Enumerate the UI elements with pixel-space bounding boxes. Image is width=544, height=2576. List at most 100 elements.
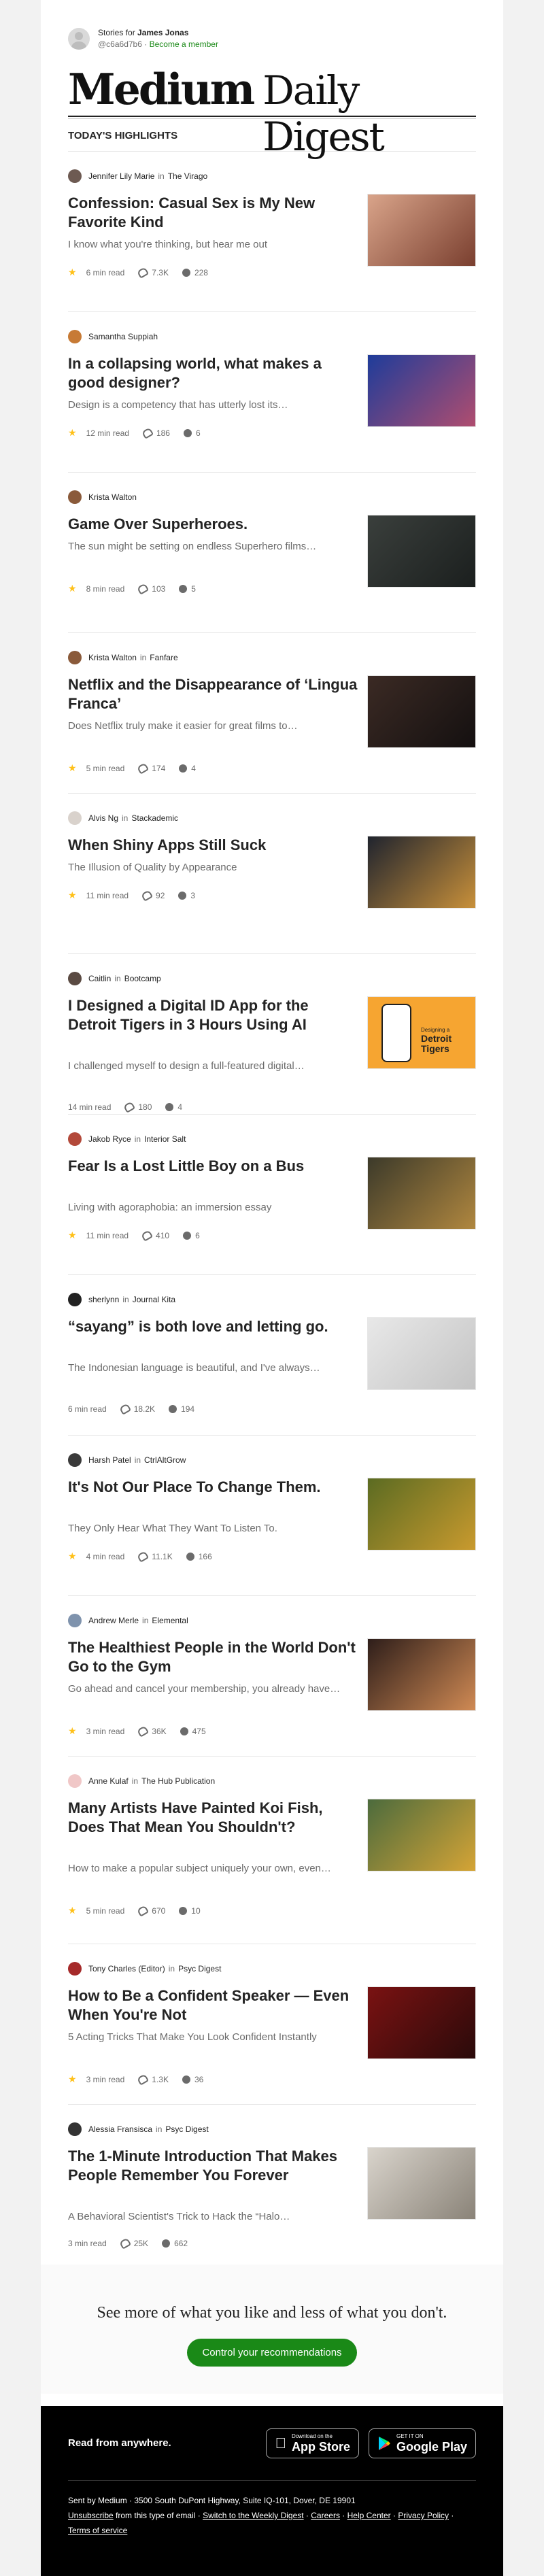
article-subtitle[interactable]: Living with agoraphobia: an immersion es… — [68, 1200, 360, 1215]
article-subtitle[interactable]: How to make a popular subject uniquely y… — [68, 1861, 360, 1876]
publication-name[interactable]: Interior Salt — [144, 1134, 186, 1144]
publication-name[interactable]: Bootcamp — [124, 974, 161, 983]
author-name[interactable]: Andrew Merle — [88, 1616, 139, 1625]
app-store-badge[interactable]:  Download on the App Store — [266, 2428, 359, 2458]
privacy-policy-link[interactable]: Privacy Policy — [398, 2511, 449, 2520]
article-author[interactable]: Samantha Suppiah — [68, 330, 165, 343]
article-author[interactable]: Caitlin in Bootcamp — [68, 972, 161, 985]
article-thumbnail[interactable]: Designing a Detroit Tigers — [367, 996, 476, 1069]
article-card[interactable]: Alvis Ng in Stackademic When Shiny Apps … — [68, 794, 476, 954]
author-avatar[interactable] — [68, 1453, 82, 1467]
author-name[interactable]: Anne Kulaf — [88, 1776, 129, 1786]
article-card[interactable]: Krista Walton in Fanfare Netflix and the… — [68, 633, 476, 794]
publication-name[interactable]: Journal Kita — [133, 1295, 175, 1304]
article-subtitle[interactable]: The Illusion of Quality by Appearance — [68, 860, 360, 875]
article-card[interactable]: sherlynn in Journal Kita “sayang” is bot… — [68, 1275, 476, 1436]
article-author[interactable]: Tony Charles (Editor) in Psyc Digest — [68, 1962, 221, 1976]
author-avatar[interactable] — [68, 1132, 82, 1146]
author-avatar[interactable] — [68, 1293, 82, 1306]
switch-weekly-link[interactable]: Switch to the Weekly Digest — [203, 2511, 304, 2520]
author-avatar[interactable] — [68, 1614, 82, 1627]
article-author[interactable]: Krista Walton — [68, 490, 143, 504]
publication-name[interactable]: Stackademic — [131, 813, 178, 823]
google-play-badge[interactable]: GET IT ON Google Play — [368, 2428, 476, 2458]
article-thumbnail[interactable] — [367, 1478, 476, 1550]
author-name[interactable]: Samantha Suppiah — [88, 332, 158, 341]
author-name[interactable]: sherlynn — [88, 1295, 119, 1304]
publication-name[interactable]: Psyc Digest — [165, 2124, 208, 2134]
publication-name[interactable]: The Hub Publication — [141, 1776, 215, 1786]
article-title[interactable]: Netflix and the Disappearance of ‘Lingua… — [68, 675, 360, 713]
user-name[interactable]: James Jonas — [137, 28, 188, 37]
become-member-link[interactable]: Become a member — [150, 39, 218, 49]
author-avatar[interactable] — [68, 1962, 82, 1976]
digest-logo[interactable]: Medium Daily Digest — [68, 64, 476, 160]
article-card[interactable]: Krista Walton Game Over Superheroes. The… — [68, 473, 476, 633]
author-name[interactable]: Jennifer Lily Marie — [88, 171, 154, 181]
article-thumbnail[interactable] — [367, 836, 476, 909]
author-name[interactable]: Jakob Ryce — [88, 1134, 131, 1144]
article-author[interactable]: Harsh Patel in CtrlAltGrow — [68, 1453, 186, 1467]
author-avatar[interactable] — [68, 1774, 82, 1788]
article-thumbnail[interactable] — [367, 194, 476, 267]
author-name[interactable]: Harsh Patel — [88, 1455, 131, 1465]
control-recommendations-button[interactable]: Control your recommendations — [187, 2339, 357, 2367]
article-title[interactable]: The 1-Minute Introduction That Makes Peo… — [68, 2147, 360, 2185]
article-title[interactable]: Game Over Superheroes. — [68, 515, 360, 534]
article-author[interactable]: Jakob Ryce in Interior Salt — [68, 1132, 186, 1146]
article-title[interactable]: The Healthiest People in the World Don't… — [68, 1638, 360, 1676]
article-subtitle[interactable]: Design is a competency that has utterly … — [68, 398, 360, 412]
article-author[interactable]: Jennifer Lily Marie in The Virago — [68, 169, 207, 183]
author-name[interactable]: Alvis Ng — [88, 813, 118, 823]
unsubscribe-link[interactable]: Unsubscribe — [68, 2511, 114, 2520]
author-avatar[interactable] — [68, 330, 82, 343]
publication-name[interactable]: Psyc Digest — [178, 1964, 221, 1973]
article-thumbnail[interactable] — [367, 675, 476, 748]
article-thumbnail[interactable] — [367, 1638, 476, 1711]
article-author[interactable]: Krista Walton in Fanfare — [68, 651, 178, 664]
article-title[interactable]: Many Artists Have Painted Koi Fish, Does… — [68, 1799, 360, 1837]
article-card[interactable]: Jakob Ryce in Interior Salt Fear Is a Lo… — [68, 1115, 476, 1275]
help-center-link[interactable]: Help Center — [347, 2511, 391, 2520]
terms-link[interactable]: Terms of service — [68, 2526, 127, 2535]
article-subtitle[interactable]: A Behavioral Scientist's Trick to Hack t… — [68, 2209, 360, 2224]
article-subtitle[interactable]: The Indonesian language is beautiful, an… — [68, 1361, 360, 1375]
article-title[interactable]: When Shiny Apps Still Suck — [68, 836, 360, 855]
publication-name[interactable]: Fanfare — [150, 653, 177, 662]
article-card[interactable]: Andrew Merle in Elemental The Healthiest… — [68, 1596, 476, 1757]
user-avatar[interactable] — [68, 28, 90, 50]
article-title[interactable]: I Designed a Digital ID App for the Detr… — [68, 996, 360, 1034]
article-thumbnail[interactable] — [367, 2147, 476, 2220]
publication-name[interactable]: CtrlAltGrow — [144, 1455, 186, 1465]
article-title[interactable]: How to Be a Confident Speaker — Even Whe… — [68, 1986, 360, 2024]
article-subtitle[interactable]: Go ahead and cancel your membership, you… — [68, 1682, 360, 1696]
article-thumbnail[interactable] — [367, 354, 476, 427]
article-author[interactable]: Andrew Merle in Elemental — [68, 1614, 188, 1627]
author-name[interactable]: Alessia Fransisca — [88, 2124, 152, 2134]
article-author[interactable]: Alessia Fransisca in Psyc Digest — [68, 2122, 209, 2136]
author-name[interactable]: Tony Charles (Editor) — [88, 1964, 165, 1973]
article-title[interactable]: It's Not Our Place To Change Them. — [68, 1478, 360, 1497]
article-author[interactable]: sherlynn in Journal Kita — [68, 1293, 175, 1306]
article-thumbnail[interactable] — [367, 1799, 476, 1871]
author-avatar[interactable] — [68, 972, 82, 985]
article-subtitle[interactable]: I know what you're thinking, but hear me… — [68, 237, 360, 252]
careers-link[interactable]: Careers — [311, 2511, 340, 2520]
author-avatar[interactable] — [68, 169, 82, 183]
article-title[interactable]: Confession: Casual Sex is My New Favorit… — [68, 194, 360, 232]
article-author[interactable]: Alvis Ng in Stackademic — [68, 811, 178, 825]
article-card[interactable]: Anne Kulaf in The Hub Publication Many A… — [68, 1757, 476, 1944]
article-author[interactable]: Anne Kulaf in The Hub Publication — [68, 1774, 215, 1788]
article-subtitle[interactable]: I challenged myself to design a full-fea… — [68, 1059, 360, 1073]
author-name[interactable]: Caitlin — [88, 974, 111, 983]
author-avatar[interactable] — [68, 490, 82, 504]
article-thumbnail[interactable] — [367, 1157, 476, 1230]
author-name[interactable]: Krista Walton — [88, 653, 137, 662]
publication-name[interactable]: Elemental — [152, 1616, 188, 1625]
article-thumbnail[interactable] — [367, 1986, 476, 2059]
article-thumbnail[interactable] — [367, 515, 476, 588]
author-avatar[interactable] — [68, 651, 82, 664]
publication-name[interactable]: The Virago — [168, 171, 207, 181]
article-card[interactable]: Tony Charles (Editor) in Psyc Digest How… — [68, 1944, 476, 2105]
article-title[interactable]: “sayang” is both love and letting go. — [68, 1317, 360, 1336]
